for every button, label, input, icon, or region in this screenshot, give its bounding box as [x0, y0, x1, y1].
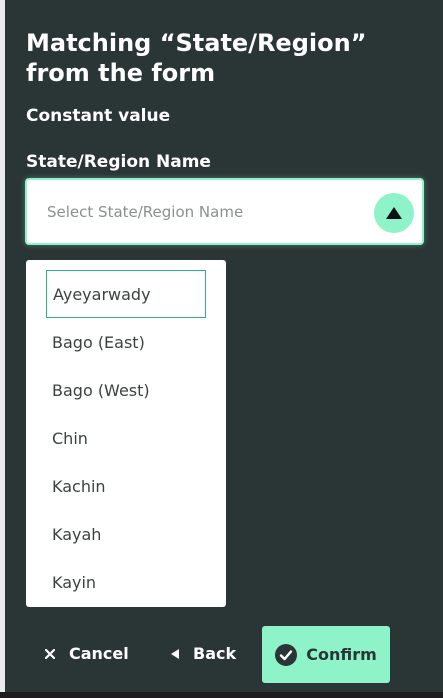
dropdown-option-chin[interactable]: Chin: [46, 414, 206, 462]
field-label: State/Region Name: [26, 152, 211, 172]
dropdown-list: Ayeyarwady Bago (East) Bago (West) Chin …: [26, 260, 226, 607]
dropdown-toggle-button[interactable]: [374, 193, 414, 233]
cancel-label: Cancel: [69, 644, 129, 663]
triangle-left-icon: [171, 648, 179, 659]
back-label: Back: [193, 644, 237, 663]
window-bottom-edge: [0, 692, 443, 698]
dropdown-option-bago-west[interactable]: Bago (West): [46, 366, 206, 414]
close-icon: [45, 648, 55, 659]
confirm-button[interactable]: Confirm: [262, 626, 390, 683]
state-region-select[interactable]: Select State/Region Name: [25, 178, 424, 245]
dialog-footer: Cancel Back Confirm: [5, 620, 443, 690]
cancel-button[interactable]: Cancel: [45, 644, 129, 663]
select-placeholder: Select State/Region Name: [47, 203, 244, 221]
dropdown-option-kayin[interactable]: Kayin: [46, 558, 206, 606]
mapping-panel: Matching “State/Region” from the form Co…: [5, 0, 443, 692]
dropdown-option-ayeyarwady[interactable]: Ayeyarwady: [46, 270, 206, 318]
dropdown-option-bago-east[interactable]: Bago (East): [46, 318, 206, 366]
dropdown-option-kayah[interactable]: Kayah: [46, 510, 206, 558]
dialog-title: Matching “State/Region” from the form: [26, 29, 367, 87]
dialog-subtitle: Constant value: [26, 106, 171, 126]
back-button[interactable]: Back: [171, 644, 236, 663]
confirm-label: Confirm: [306, 645, 377, 664]
dropdown-option-kachin[interactable]: Kachin: [46, 462, 206, 510]
triangle-up-icon: [386, 207, 402, 219]
check-circle-icon: [275, 643, 298, 666]
